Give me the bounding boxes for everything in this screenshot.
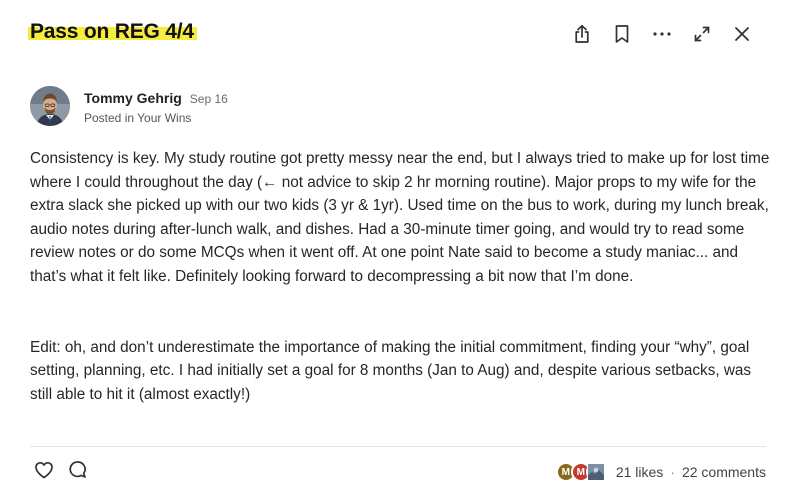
liker-avatars[interactable]: M M [555, 462, 606, 482]
liker-avatar [585, 462, 606, 482]
author-name-row: Tommy Gehrig Sep 16 [84, 90, 228, 106]
close-button[interactable] [722, 22, 762, 46]
avatar[interactable] [30, 86, 70, 126]
avatar-image [30, 86, 70, 126]
post-stats: M M 21 likes · 22 comments [555, 462, 766, 482]
share-icon [575, 24, 589, 43]
like-button[interactable] [34, 461, 54, 479]
author-meta: Tommy Gehrig Sep 16 Posted in Your Wins [84, 86, 228, 125]
expand-icon [694, 26, 710, 42]
more-button[interactable] [642, 22, 682, 46]
post-actions [562, 22, 762, 46]
heart-icon [35, 461, 53, 478]
comments-count[interactable]: 22 comments [682, 464, 766, 480]
bookmark-icon [615, 25, 629, 43]
post-paragraph: Edit: oh, and don’t underestimate the im… [30, 338, 752, 403]
author-name[interactable]: Tommy Gehrig [84, 90, 182, 106]
more-icon [653, 32, 671, 36]
post-author: Tommy Gehrig Sep 16 Posted in Your Wins [30, 86, 228, 130]
post-body: Consistency is key. My study routine got… [30, 147, 770, 406]
reaction-buttons [34, 460, 87, 479]
liker-photo-icon [587, 464, 604, 480]
comment-icon [69, 461, 86, 478]
post-category: Posted in Your Wins [84, 111, 192, 125]
post-date: Sep 16 [189, 92, 228, 106]
comment-button[interactable] [68, 460, 87, 479]
post-paragraph: Consistency is key. My study routine got… [30, 150, 770, 285]
close-icon [735, 27, 749, 41]
expand-button[interactable] [682, 22, 722, 46]
divider [30, 446, 766, 447]
likes-count[interactable]: 21 likes [616, 464, 663, 480]
separator: · [670, 464, 675, 480]
post-title: Pass on REG 4/4 [28, 20, 197, 43]
share-button[interactable] [562, 22, 602, 46]
bookmark-button[interactable] [602, 22, 642, 46]
post-header: Pass on REG 4/4 [0, 0, 792, 70]
post-footer: M M 21 likes · 22 comments [30, 458, 766, 486]
post-title-wrap: Pass on REG 4/4 [28, 20, 197, 44]
